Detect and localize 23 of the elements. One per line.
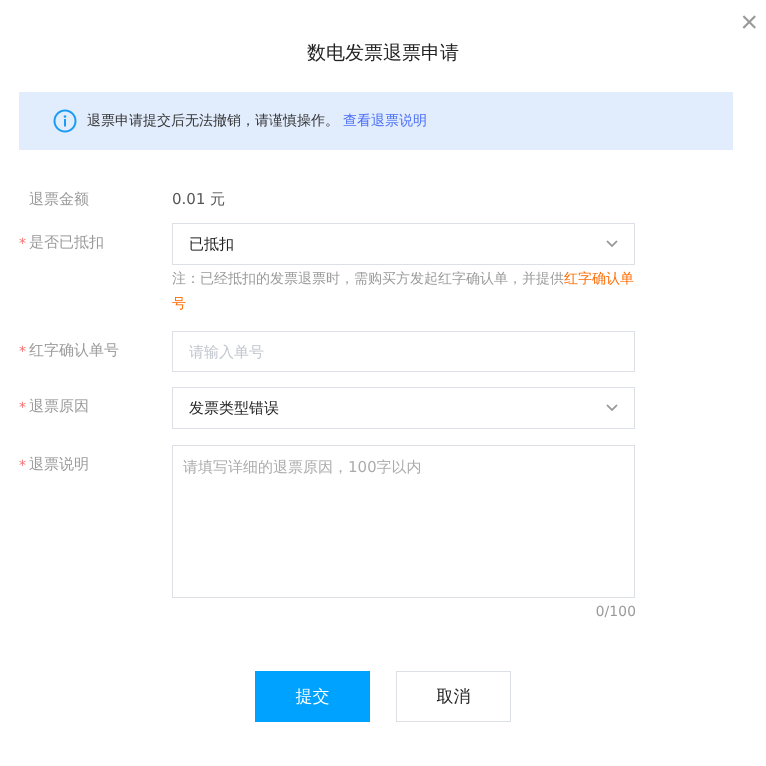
chevron-down-icon [606, 240, 618, 248]
required-mark: * [19, 343, 27, 360]
textarea-field[interactable]: 请填写详细的退票原因，100字以内 [172, 445, 635, 598]
input-field[interactable]: 请输入单号 [172, 331, 635, 372]
required-mark: * [19, 235, 27, 252]
field-label: 退票说明 [29, 455, 89, 474]
required-mark: * [19, 457, 27, 474]
field-label: 退票金额 [29, 190, 89, 209]
dialog-title: 数电发票退票申请 [306, 41, 460, 66]
field-label: 红字确认单号 [29, 341, 119, 360]
note-text: 注：已经抵扣的发票退票时，需购买方发起红字确认单，并提供红字确认单号 [172, 270, 635, 314]
cancel-button[interactable]: 取消 [396, 671, 511, 722]
select-field[interactable]: 发票类型错误 [172, 387, 635, 429]
field-label: 退票原因 [29, 397, 89, 416]
amount-value: 0.01 元 [172, 189, 226, 210]
info-icon [53, 109, 77, 133]
chevron-down-icon [606, 404, 618, 412]
required-mark: * [19, 399, 27, 416]
char-counter: 0/100 [596, 604, 636, 620]
field-label: 是否已抵扣 [29, 233, 104, 252]
select-field[interactable]: 已抵扣 [172, 223, 635, 265]
notice-text: 退票申请提交后无法撤销，请谨慎操作。 [87, 112, 339, 130]
help-link[interactable]: 查看退票说明 [343, 112, 427, 130]
